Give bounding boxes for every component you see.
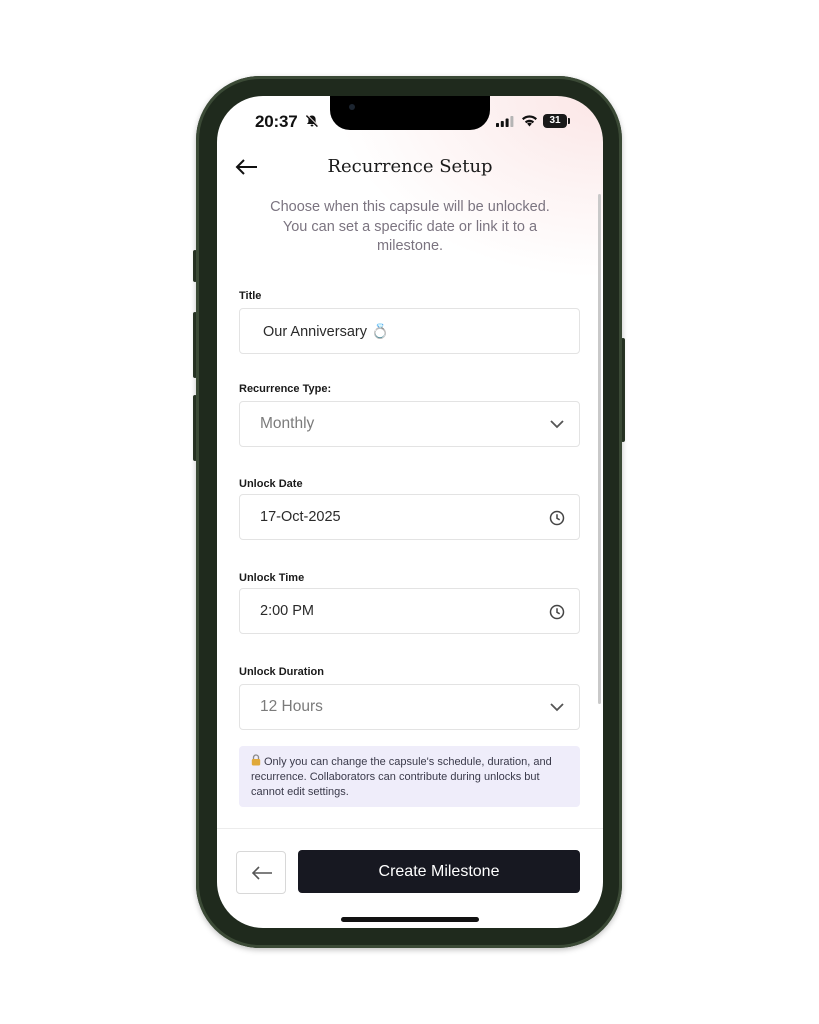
battery-level: 31 <box>543 114 567 128</box>
battery-icon: 31 <box>543 114 570 128</box>
page-title: Recurrence Setup <box>327 156 493 177</box>
unlock-date-value: 17-Oct-2025 <box>260 509 341 525</box>
info-banner-text: Only you can change the capsule's schedu… <box>251 756 552 798</box>
clock-icon[interactable] <box>549 510 565 526</box>
title-input[interactable]: Our Anniversary 💍 <box>239 308 580 354</box>
title-label: Title <box>239 290 262 302</box>
page-subtitle: Choose when this capsule will be unlocke… <box>270 199 550 254</box>
unlock-date-input[interactable]: 17-Oct-2025 <box>239 494 580 540</box>
create-milestone-button[interactable]: Create Milestone <box>298 850 580 893</box>
camera-dot <box>349 104 355 110</box>
unlock-duration-select[interactable]: 12 Hours <box>239 684 580 730</box>
unlock-time-label: Unlock Time <box>239 572 305 584</box>
unlock-time-value: 2:00 PM <box>260 603 314 619</box>
clock-icon[interactable] <box>549 604 565 620</box>
chevron-down-icon <box>550 703 564 712</box>
notch <box>330 96 490 130</box>
unlock-date-label: Unlock Date <box>239 478 303 490</box>
signal-icon <box>496 116 514 127</box>
home-indicator <box>341 917 479 922</box>
wifi-icon <box>522 115 537 127</box>
recurrence-type-value: Monthly <box>260 415 315 432</box>
phone-screen: 20:37 31 Recurrence Setup Choose when th… <box>217 96 603 928</box>
unlock-time-input[interactable]: 2:00 PM <box>239 588 580 634</box>
title-value: Our Anniversary 💍 <box>263 324 390 340</box>
scrollbar[interactable] <box>598 194 601 704</box>
footer-back-button[interactable] <box>236 851 286 894</box>
lock-icon <box>251 754 261 766</box>
recurrence-type-select[interactable]: Monthly <box>239 401 580 447</box>
bell-slash-icon <box>305 114 319 128</box>
footer-divider <box>217 828 603 829</box>
status-time: 20:37 <box>255 112 298 131</box>
battery-tip <box>568 118 570 124</box>
unlock-duration-value: 12 Hours <box>260 698 323 715</box>
chevron-down-icon <box>550 420 564 429</box>
arrow-left-icon <box>251 866 272 880</box>
recurrence-type-label: Recurrence Type: <box>239 383 332 395</box>
info-banner: Only you can change the capsule's schedu… <box>239 746 580 807</box>
unlock-duration-label: Unlock Duration <box>239 666 324 678</box>
